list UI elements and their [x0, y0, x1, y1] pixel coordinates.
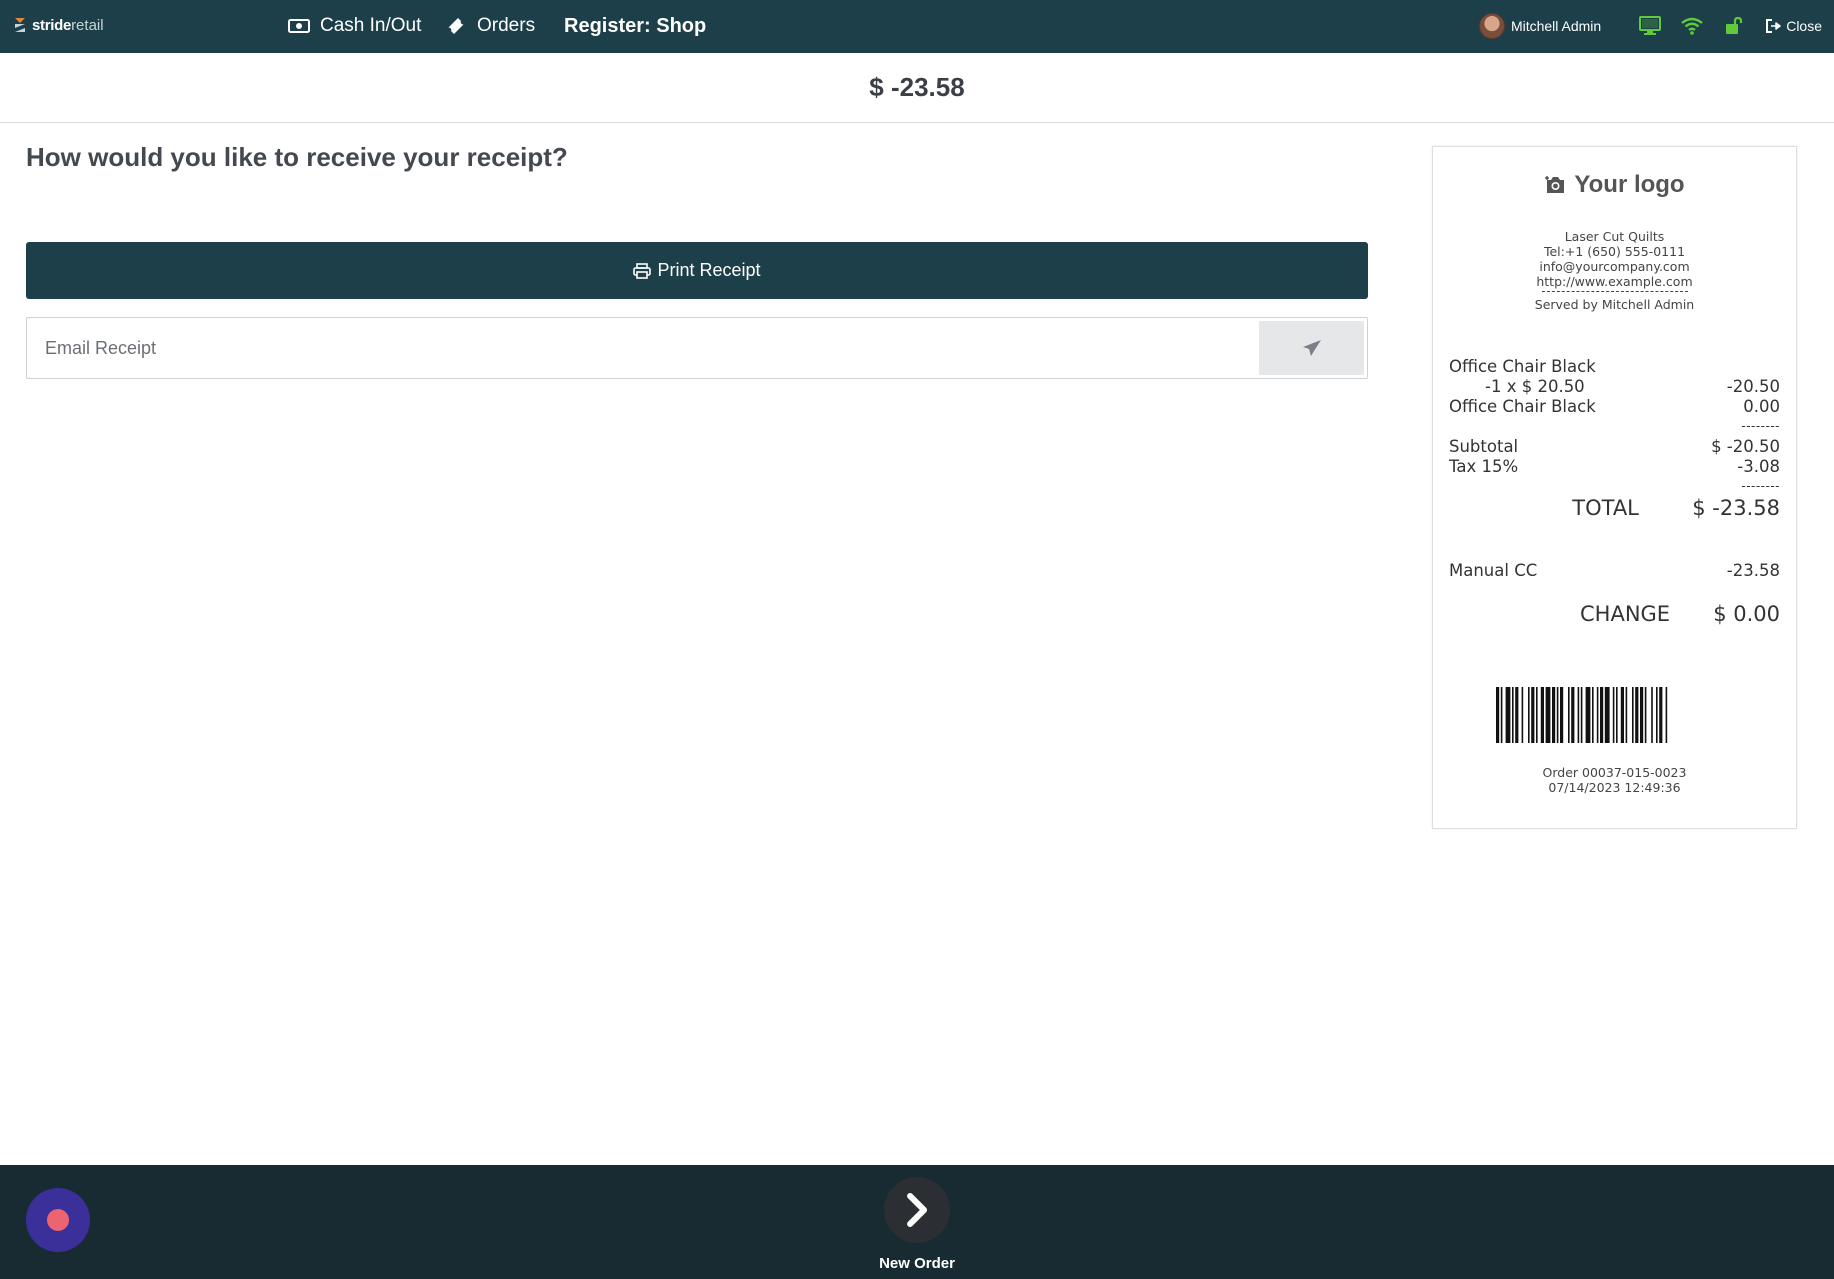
paper-plane-icon: [1302, 340, 1321, 356]
printer-icon: [633, 262, 652, 279]
order-reference: Order 00037-015-0023: [1542, 765, 1687, 780]
print-receipt-label: Print Receipt: [657, 260, 761, 280]
receipt-preview: Your logo Laser Cut Quilts Tel:+1 (650) …: [1432, 146, 1797, 829]
receipt-total: TOTAL $ -23.58: [1572, 496, 1780, 520]
user-name: Mitchell Admin: [1510, 18, 1602, 34]
close-label: Close: [1786, 18, 1822, 34]
wifi-icon: [1681, 17, 1703, 35]
sign-out-icon: [1766, 19, 1781, 33]
amount-due: $ -23.58: [0, 53, 1834, 123]
email-receipt-group: [26, 317, 1368, 379]
order-date: 07/14/2023 12:49:36: [1548, 780, 1681, 795]
company-info: Laser Cut Quilts Tel:+1 (650) 555-0111 i…: [1433, 229, 1796, 312]
company-website: http://www.example.com: [1536, 274, 1693, 289]
receipt-tax: Tax 15% -3.08: [1449, 457, 1780, 476]
chat-dot-icon: [47, 1209, 69, 1231]
unlock-icon: [1726, 16, 1743, 34]
connection-status-button[interactable]: [1671, 17, 1713, 35]
receipt-line: Office Chair Black 0.00: [1449, 397, 1780, 416]
chat-widget-button[interactable]: [26, 1188, 90, 1252]
close-button[interactable]: Close: [1765, 18, 1822, 34]
receipt-subtotal: Subtotal $ -20.50: [1449, 437, 1780, 456]
register-title: Register: Shop: [564, 14, 707, 37]
receipt-change: CHANGE $ 0.00: [1580, 602, 1780, 626]
print-receipt-button[interactable]: Print Receipt: [26, 242, 1368, 299]
order-info: Order 00037-015-0023 07/14/2023 12:49:36: [1433, 765, 1796, 795]
receipt-dash: --------: [1741, 419, 1780, 433]
brand-text-bold: stride: [32, 16, 72, 34]
orders-label: Orders: [477, 15, 536, 36]
email-receipt-input[interactable]: [27, 318, 1259, 378]
lock-button[interactable]: [1713, 16, 1755, 36]
receipt-payment: Manual CC -23.58: [1449, 561, 1780, 580]
user-menu[interactable]: Mitchell Admin: [1478, 13, 1602, 39]
monitor-icon: [1639, 16, 1662, 35]
next-circle[interactable]: [883, 1177, 950, 1243]
new-order-label: New Order: [879, 1255, 955, 1272]
receipt-logo: Your logo: [1433, 171, 1796, 199]
company-tel: Tel:+1 (650) 555-0111: [1543, 244, 1686, 259]
company-email: info@yourcompany.com: [1539, 259, 1690, 274]
receipt-dash: --------: [1741, 479, 1780, 493]
money-icon: [288, 19, 310, 33]
avatar: [1478, 13, 1505, 39]
receipt-logo-text: Your logo: [1574, 171, 1685, 198]
chevron-right-icon: [906, 1193, 927, 1227]
ticket-icon: [448, 18, 464, 34]
company-name: Laser Cut Quilts: [1564, 229, 1665, 244]
brand-logo: stride retail: [12, 16, 104, 34]
send-email-button[interactable]: [1259, 321, 1364, 375]
separator: [1541, 291, 1688, 292]
served-by: Served by Mitchell Admin: [1534, 297, 1695, 312]
brand-mark-icon: [15, 18, 25, 32]
camera-icon: [1545, 176, 1565, 193]
bottom-bar: New Order: [0, 1165, 1834, 1279]
receipt-line: -1 x $ 20.50 -20.50: [1485, 377, 1780, 396]
orders-button[interactable]: Orders: [445, 12, 535, 40]
customer-display-button[interactable]: [1629, 16, 1671, 36]
receipt-question: How would you like to receive your recei…: [26, 142, 568, 172]
barcode: [1496, 687, 1668, 743]
new-order-button[interactable]: New Order: [879, 1177, 955, 1272]
brand-text-light: retail: [71, 16, 104, 34]
cash-in-out-label: Cash In/Out: [320, 15, 422, 36]
receipt-line: Office Chair Black: [1449, 357, 1596, 376]
cash-in-out-button[interactable]: Cash In/Out: [288, 12, 421, 40]
top-bar: stride retail Cash In/Out Orders Registe…: [0, 0, 1834, 53]
